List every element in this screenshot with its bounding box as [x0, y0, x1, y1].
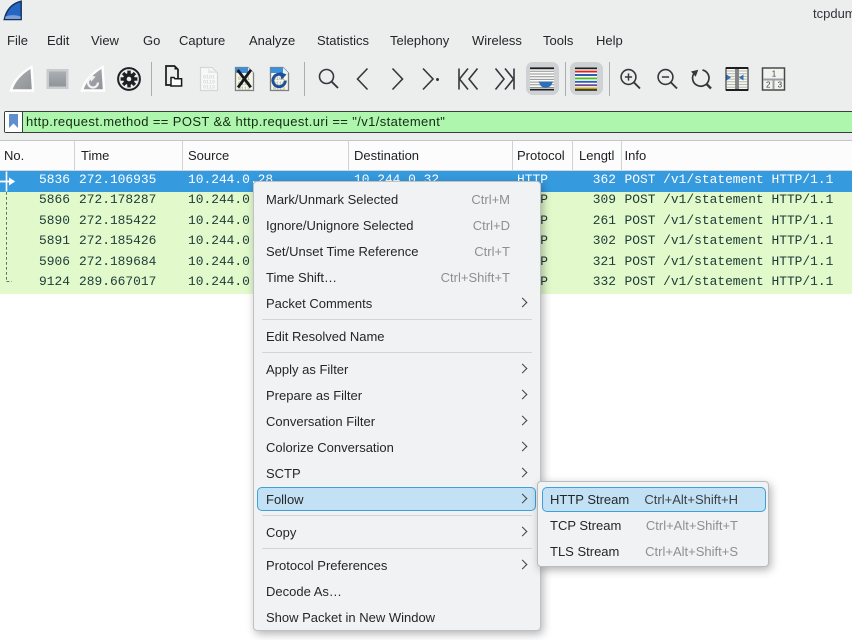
svg-text:0113: 0113 — [203, 85, 215, 91]
svg-text:2: 2 — [766, 81, 771, 90]
svg-text:3: 3 — [778, 81, 783, 90]
svg-text:1: 1 — [772, 70, 777, 79]
